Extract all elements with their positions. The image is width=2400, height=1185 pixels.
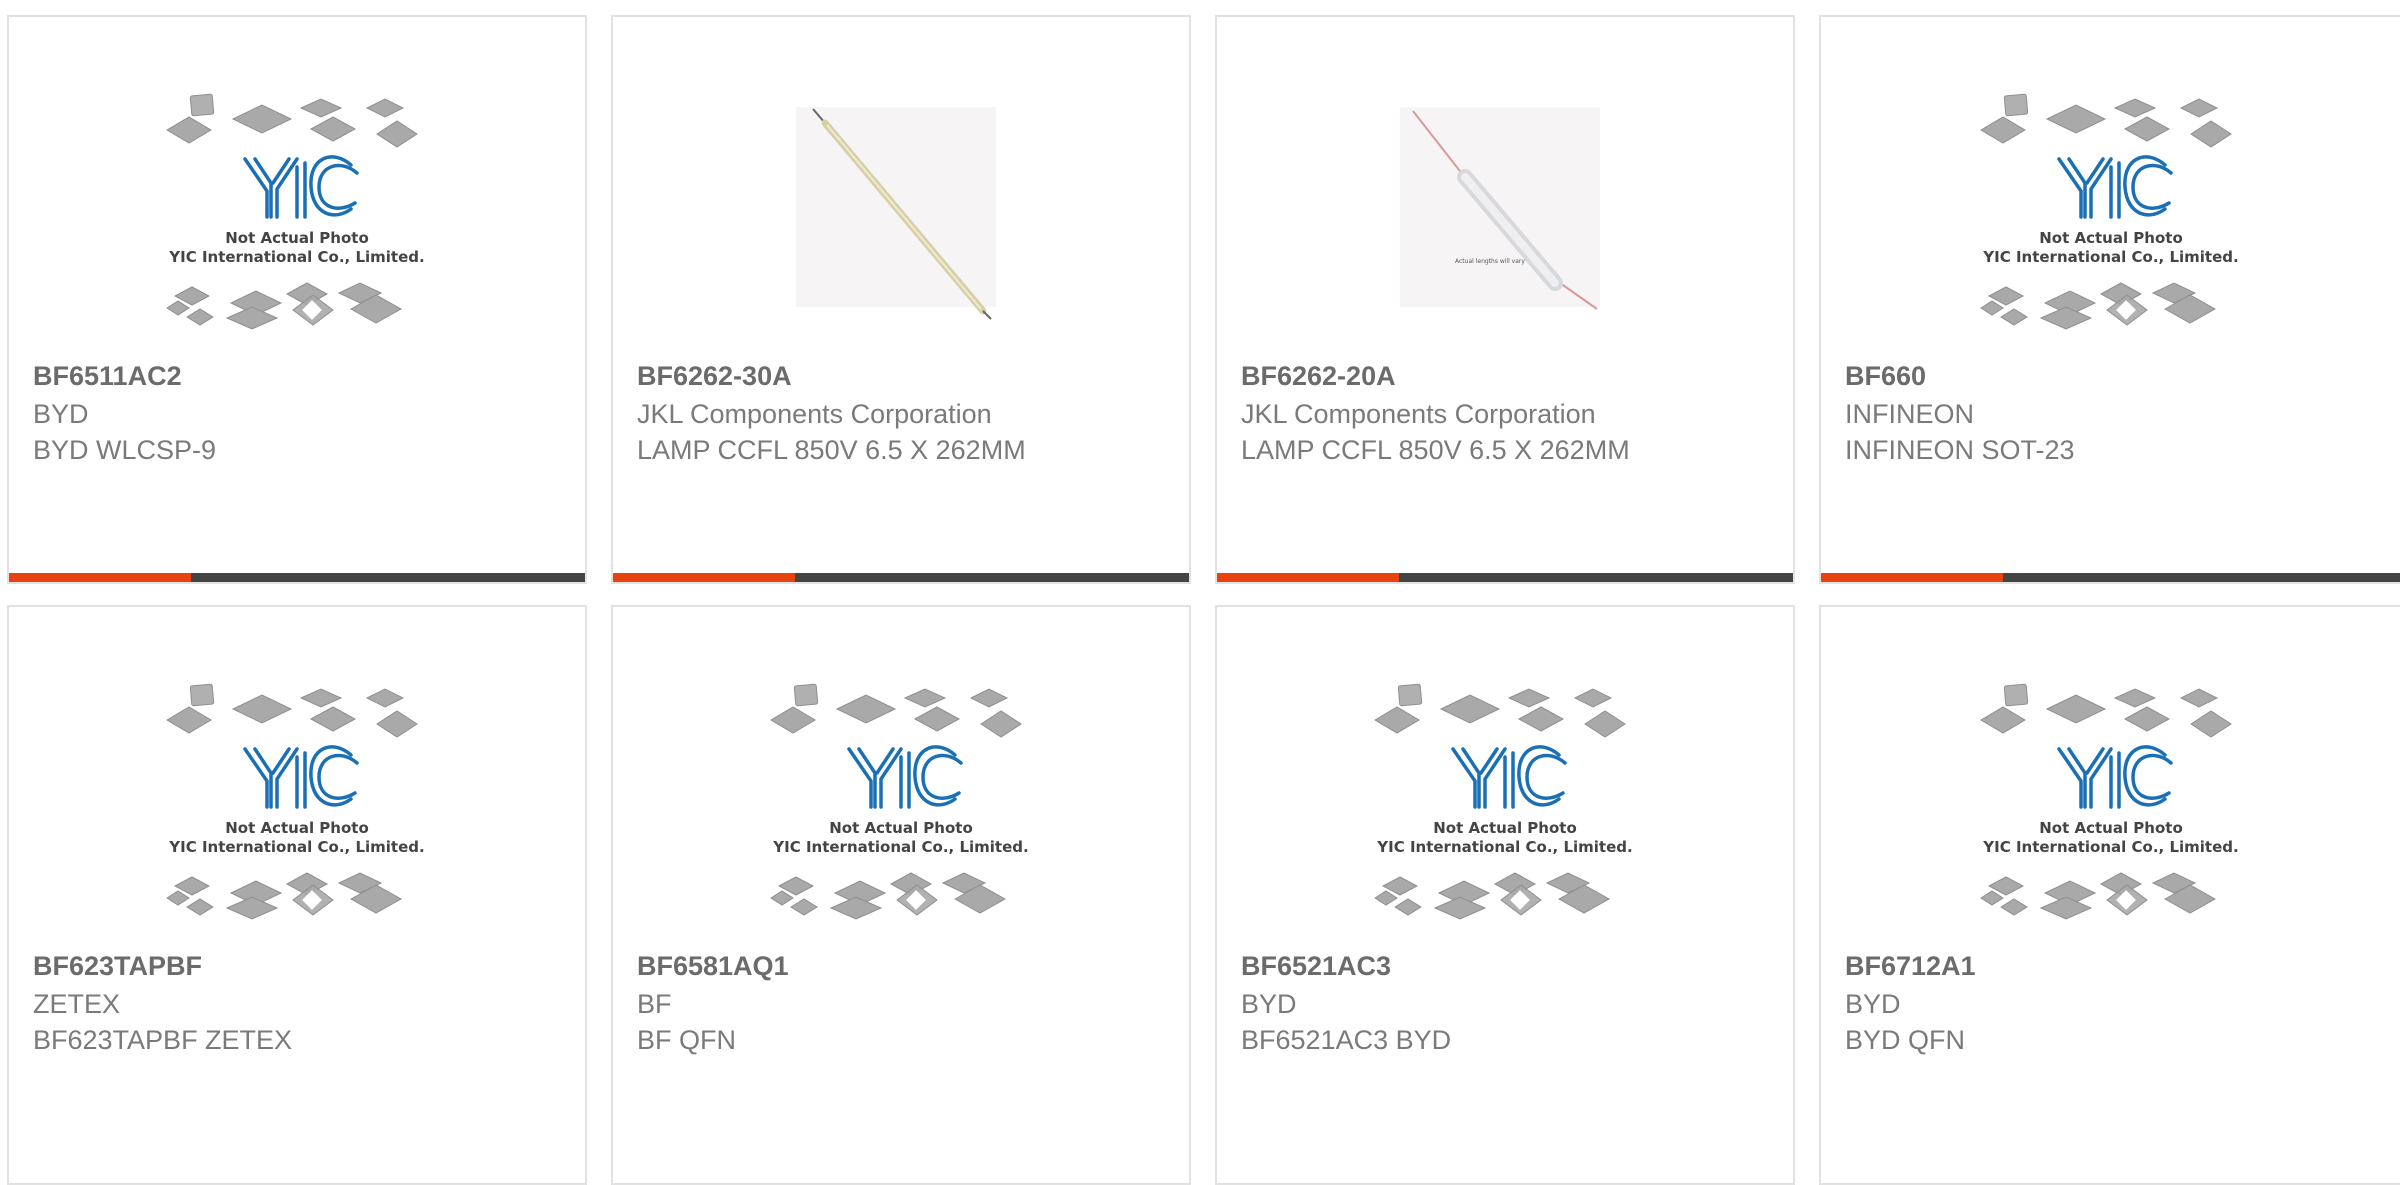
yic-placeholder-graphic: Not Actual Photo YIC International Co., … — [1374, 683, 1633, 920]
manufacturer-label: JKL Components Corporation — [1241, 399, 1596, 429]
product-image[interactable]: Not Actual Photo YIC International Co., … — [147, 87, 447, 347]
ccfl-lamp-graphic: Actual lengths will vary — [1400, 107, 1600, 310]
description-label: BF QFN — [637, 1025, 736, 1055]
product-card[interactable]: BF6262-30A JKL Components Corporation LA… — [611, 15, 1191, 584]
yic-logo — [1451, 745, 1567, 809]
part-number-link[interactable]: BF6581AQ1 — [637, 951, 789, 982]
lamp-caption: Actual lengths will vary — [1455, 258, 1525, 265]
product-card[interactable]: Not Actual Photo YIC International Co., … — [7, 605, 587, 1185]
manufacturer-label: BF — [637, 989, 672, 1019]
svg-text:Not Actual Photo: Not Actual Photo — [1433, 819, 1577, 837]
yic-placeholder-graphic: Not Actual Photo YIC International Co., … — [1980, 93, 2239, 330]
product-image[interactable]: Not Actual Photo YIC International Co., … — [1961, 677, 2261, 937]
card-footer-bar — [1217, 573, 1793, 582]
svg-text:Not Actual Photo: Not Actual Photo — [225, 819, 369, 837]
svg-text:YIC International Co., Limited: YIC International Co., Limited. — [1982, 248, 2238, 266]
yic-placeholder-graphic: Not Actual Photo YIC International Co., … — [770, 683, 1029, 920]
product-image[interactable]: Not Actual Photo YIC International Co., … — [1355, 677, 1655, 937]
yic-logo — [2057, 155, 2173, 219]
svg-text:Not Actual Photo: Not Actual Photo — [2039, 229, 2183, 247]
yic-logo — [847, 745, 963, 809]
svg-text:YIC International Co., Limited: YIC International Co., Limited. — [168, 838, 424, 856]
card-footer-bar — [9, 573, 585, 582]
part-number-link[interactable]: BF6262-20A — [1241, 361, 1396, 392]
manufacturer-label: ZETEX — [33, 989, 121, 1019]
part-number-link[interactable]: BF6262-30A — [637, 361, 792, 392]
svg-text:YIC International Co., Limited: YIC International Co., Limited. — [168, 248, 424, 266]
part-number-link[interactable]: BF6712A1 — [1845, 951, 1976, 982]
manufacturer-label: BYD — [33, 399, 89, 429]
yic-placeholder-graphic: Not Actual Photo YIC International Co., … — [1980, 683, 2239, 920]
svg-text:Not Actual Photo: Not Actual Photo — [225, 229, 369, 247]
description-label: BF6521AC3 BYD — [1241, 1025, 1452, 1055]
product-image[interactable] — [751, 87, 1051, 347]
manufacturer-label: JKL Components Corporation — [637, 399, 992, 429]
card-footer-bar — [1821, 573, 2400, 582]
yic-placeholder-graphic: Not Actual Photo YIC International Co., … — [166, 93, 425, 330]
product-card[interactable]: Actual lengths will vary BF6262-20A JKL … — [1215, 15, 1795, 584]
ccfl-lamp-graphic — [796, 107, 996, 320]
product-image[interactable]: Actual lengths will vary — [1355, 87, 1655, 347]
product-image[interactable]: Not Actual Photo YIC International Co., … — [147, 677, 447, 937]
card-footer-bar — [613, 573, 1189, 582]
description-label: BF623TAPBF ZETEX — [33, 1025, 293, 1055]
svg-text:Not Actual Photo: Not Actual Photo — [2039, 819, 2183, 837]
manufacturer-label: INFINEON — [1845, 399, 1975, 429]
yic-placeholder-graphic: Not Actual Photo YIC International Co., … — [166, 683, 425, 920]
accent-bar — [1217, 573, 1399, 582]
svg-text:YIC International Co., Limited: YIC International Co., Limited. — [772, 838, 1028, 856]
description-label: LAMP CCFL 850V 6.5 X 262MM — [1241, 435, 1630, 465]
svg-text:YIC International Co., Limited: YIC International Co., Limited. — [1982, 838, 2238, 856]
yic-logo — [243, 745, 359, 809]
yic-logo — [243, 155, 359, 219]
product-image[interactable]: Not Actual Photo YIC International Co., … — [1961, 87, 2261, 347]
product-card[interactable]: Not Actual Photo YIC International Co., … — [7, 15, 587, 584]
accent-bar — [613, 573, 795, 582]
product-image[interactable]: Not Actual Photo YIC International Co., … — [751, 677, 1051, 937]
product-card[interactable]: Not Actual Photo YIC International Co., … — [611, 605, 1191, 1185]
description-label: LAMP CCFL 850V 6.5 X 262MM — [637, 435, 1026, 465]
accent-bar — [1821, 573, 2003, 582]
svg-text:Not Actual Photo: Not Actual Photo — [829, 819, 973, 837]
part-number-link[interactable]: BF6511AC2 — [33, 361, 182, 392]
svg-text:YIC International Co., Limited: YIC International Co., Limited. — [1376, 838, 1632, 856]
accent-bar — [9, 573, 191, 582]
yic-logo — [2057, 745, 2173, 809]
manufacturer-label: BYD — [1241, 989, 1297, 1019]
manufacturer-label: BYD — [1845, 989, 1901, 1019]
description-label: BYD WLCSP-9 — [33, 435, 217, 465]
product-card[interactable]: Not Actual Photo YIC International Co., … — [1215, 605, 1795, 1185]
part-number-link[interactable]: BF623TAPBF — [33, 951, 202, 982]
description-label: INFINEON SOT-23 — [1845, 435, 2075, 465]
description-label: BYD QFN — [1845, 1025, 1966, 1055]
part-number-link[interactable]: BF6521AC3 — [1241, 951, 1391, 982]
part-number-link[interactable]: BF660 — [1845, 361, 1926, 392]
product-card[interactable]: Not Actual Photo YIC International Co., … — [1819, 605, 2400, 1185]
product-card[interactable]: Not Actual Photo YIC International Co., … — [1819, 15, 2400, 584]
